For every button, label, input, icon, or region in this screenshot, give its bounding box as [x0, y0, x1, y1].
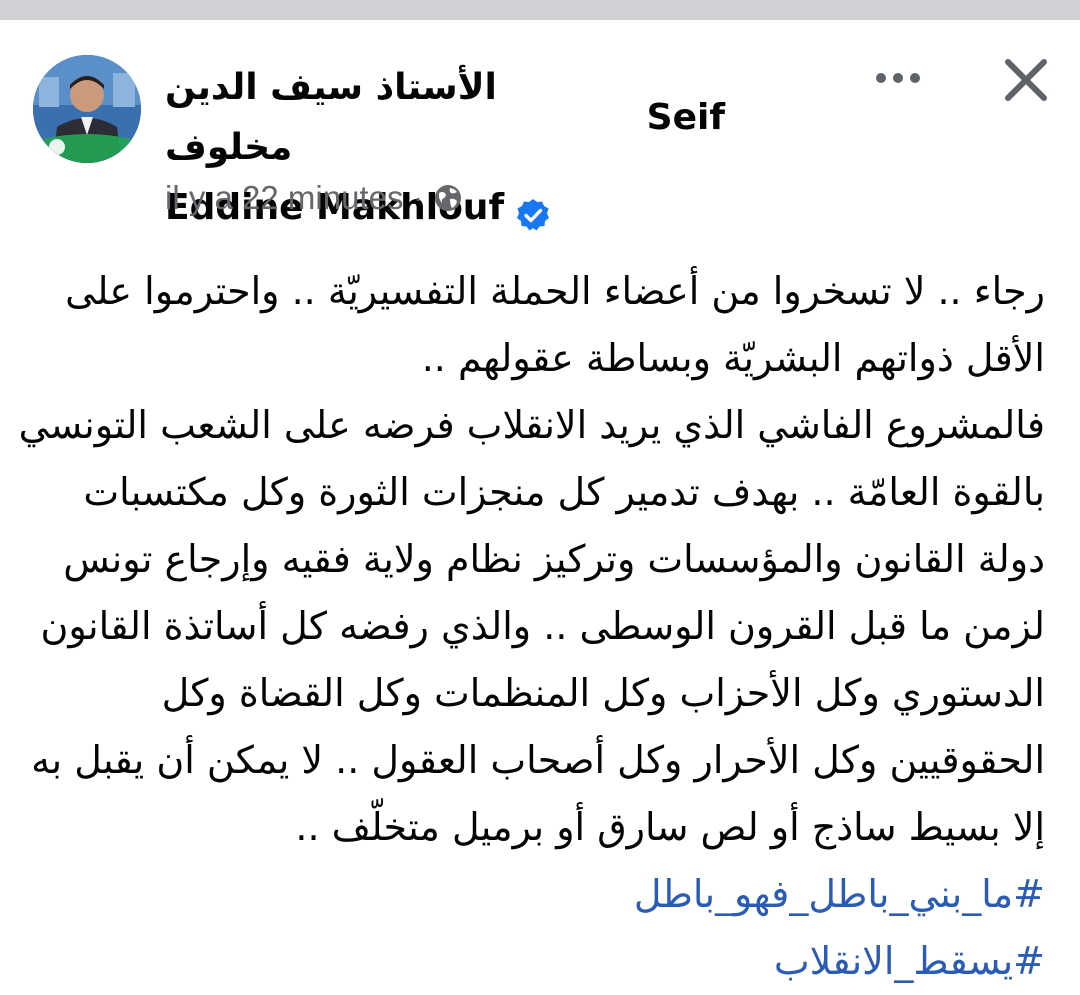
post-text-line: الدستوري وكل الأحزاب وكل المنظمات وكل ال… — [161, 671, 1045, 715]
more-dot — [893, 73, 903, 83]
post-text-line: الأقل ذواتهم البشريّة وبساطة عقولهم .. — [421, 336, 1045, 380]
hashtag-link[interactable]: #ما_بني_باطل_فهو_باطل — [35, 861, 1045, 928]
author-avatar[interactable] — [33, 55, 141, 163]
author-name-line1: الأستاذ سيف الدين مخلوف Seif — [165, 58, 725, 178]
globe-icon[interactable] — [433, 183, 463, 213]
avatar-image — [33, 55, 141, 163]
verified-badge-icon — [516, 191, 550, 231]
post-meta: il y a 22 minutes · — [165, 176, 463, 220]
post-body: رجاء .. لا تسخروا من أعضاء الحملة التفسي… — [18, 258, 1046, 995]
more-dot — [910, 73, 920, 83]
hashtag-link[interactable]: #يسقط_الانقلاب — [35, 928, 1045, 995]
post-timestamp[interactable]: il y a 22 minutes — [165, 179, 403, 217]
post-text-line: لزمن ما قبل القرون الوسطى .. والذي رفضه … — [40, 604, 1046, 648]
post-text-line: فالمشروع الفاشي الذي يريد الانقلاب فرضه … — [18, 403, 1045, 447]
close-icon[interactable] — [998, 52, 1054, 108]
post-text-line: بالقوة العامّة .. بهدف تدمير كل منجزات ا… — [83, 470, 1045, 514]
top-status-strip — [0, 0, 1080, 20]
post-text-line: رجاء .. لا تسخروا من أعضاء الحملة التفسي… — [65, 269, 1045, 313]
more-dot — [876, 73, 886, 83]
more-options-icon[interactable] — [868, 58, 928, 98]
post-text-line: الحقوقيين وكل الأحرار وكل أصحاب العقول .… — [31, 738, 1045, 782]
post-text-line: إلا بسيط ساذج أو لص سارق أو برميل متخلّف… — [295, 805, 1045, 849]
author-name-arabic: الأستاذ سيف الدين مخلوف — [165, 67, 497, 168]
meta-separator: · — [413, 182, 423, 213]
post-text-line: دولة القانون والمؤسسات وتركيز نظام ولاية… — [63, 537, 1045, 581]
author-name-latin-first: Seif — [646, 97, 725, 138]
